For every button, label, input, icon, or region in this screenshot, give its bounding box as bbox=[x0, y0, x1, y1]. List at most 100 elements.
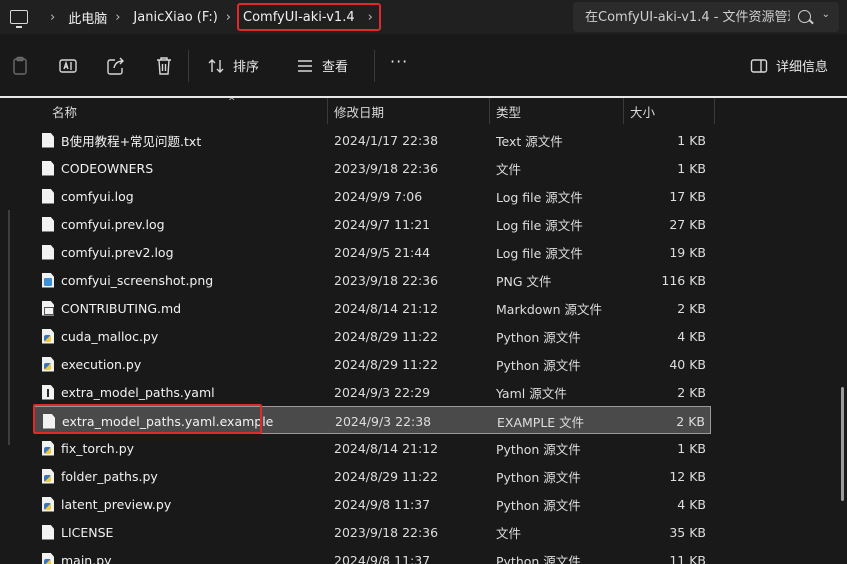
file-name: CONTRIBUTING.md bbox=[61, 300, 182, 316]
file-name-cell[interactable]: CONTRIBUTING.md bbox=[42, 294, 181, 322]
file-row[interactable]: folder_paths.py 2024/8/29 11:22 Python 源文件… bbox=[34, 462, 711, 490]
command-bar: 排序 查看 ··· 详细信息 bbox=[0, 34, 847, 96]
details-pane-icon bbox=[750, 58, 768, 74]
file-type: 文件 bbox=[496, 161, 522, 177]
breadcrumb-current-folder[interactable]: ComfyUI-aki-v1.4 bbox=[243, 10, 355, 25]
column-header-size-label: 大小 bbox=[630, 104, 656, 120]
more-options-button[interactable]: ··· bbox=[390, 52, 408, 71]
file-row[interactable]: comfyui.prev.log 2024/9/7 11:21 Log file 源… bbox=[34, 210, 711, 238]
file-size: 4 KB bbox=[677, 496, 706, 512]
address-bar[interactable]: › 此电脑 › JanicXiao (F:) › ComfyUI-aki-v1.… bbox=[0, 0, 565, 34]
details-pane-button[interactable]: 详细信息 bbox=[750, 56, 828, 75]
file-modified-date: 2024/9/8 11:37 bbox=[334, 496, 431, 512]
clipboard-icon bbox=[13, 56, 27, 75]
this-pc-icon[interactable] bbox=[10, 10, 28, 28]
file-name-cell[interactable]: LICENSE bbox=[42, 518, 113, 546]
file-size: 2 KB bbox=[677, 384, 706, 400]
file-type: EXAMPLE 文件 bbox=[497, 414, 585, 430]
file-row[interactable]: B使用教程+常见问题.txt 2024/1/17 22:38 Text 源文件 1 K… bbox=[34, 126, 711, 154]
file-size: 2 KB bbox=[676, 413, 705, 429]
file-size: 1 KB bbox=[677, 160, 706, 176]
file-type: Python 源文件 bbox=[496, 553, 581, 564]
search-box[interactable]: ⌄ bbox=[573, 2, 839, 32]
file-name-cell[interactable]: B使用教程+常见问题.txt bbox=[42, 126, 201, 154]
file-name: extra_model_paths.yaml bbox=[61, 384, 215, 400]
file-name-cell[interactable]: cuda_malloc.py bbox=[42, 322, 158, 350]
file-modified-date: 2024/9/3 22:29 bbox=[334, 384, 431, 400]
file-size: 19 KB bbox=[669, 244, 706, 260]
file-name: cuda_malloc.py bbox=[61, 328, 159, 344]
file-row[interactable]: latent_preview.py 2024/9/8 11:37 Python 源文… bbox=[34, 490, 711, 518]
file-row[interactable]: execution.py 2024/8/29 11:22 Python 源文件 40 … bbox=[34, 350, 711, 378]
file-icon bbox=[42, 524, 54, 540]
file-name-cell[interactable]: folder_paths.py bbox=[42, 462, 158, 490]
file-name-cell[interactable]: CODEOWNERS bbox=[42, 154, 153, 182]
file-modified-date: 2024/8/29 11:22 bbox=[334, 328, 439, 344]
file-name-cell[interactable]: comfyui.log bbox=[42, 182, 134, 210]
file-name-cell[interactable]: fix_torch.py bbox=[42, 434, 134, 462]
file-row[interactable]: CONTRIBUTING.md 2024/8/14 21:12 Markdown 源… bbox=[34, 294, 711, 322]
breadcrumb-drive[interactable]: JanicXiao (F:) bbox=[133, 10, 217, 25]
file-name-cell[interactable]: main.py bbox=[42, 546, 112, 564]
file-name: execution.py bbox=[61, 356, 142, 372]
file-modified-date: 2023/9/18 22:36 bbox=[334, 524, 439, 540]
file-name: main.py bbox=[61, 552, 112, 564]
file-name: comfyui.prev.log bbox=[61, 216, 165, 232]
python-file-icon bbox=[42, 496, 54, 512]
file-name-cell[interactable]: extra_model_paths.yaml bbox=[42, 378, 215, 406]
file-row[interactable]: comfyui.prev2.log 2024/9/5 21:44 Log file … bbox=[34, 238, 711, 266]
column-header-type[interactable]: 类型 bbox=[490, 98, 624, 124]
chevron-right-icon[interactable]: › bbox=[226, 10, 231, 25]
file-name-cell[interactable]: execution.py bbox=[42, 350, 141, 378]
file-name-cell[interactable]: latent_preview.py bbox=[42, 490, 171, 518]
file-row[interactable]: CODEOWNERS 2023/9/18 22:36 文件 1 KB bbox=[34, 154, 711, 182]
column-header-size[interactable]: 大小 bbox=[624, 98, 715, 124]
file-size: 1 KB bbox=[677, 440, 706, 456]
file-icon bbox=[42, 216, 54, 232]
rename-button[interactable] bbox=[57, 55, 79, 77]
breadcrumb-this-pc[interactable]: 此电脑 bbox=[68, 8, 107, 27]
column-header-name[interactable]: 名称 ^ bbox=[46, 97, 328, 124]
file-size: 17 KB bbox=[669, 188, 706, 204]
search-icon[interactable] bbox=[798, 10, 811, 23]
vertical-scrollbar-thumb[interactable] bbox=[841, 387, 844, 501]
chevron-down-icon[interactable]: ⌄ bbox=[822, 9, 830, 20]
sort-label: 排序 bbox=[233, 60, 260, 75]
column-header-modified-label: 修改日期 bbox=[334, 104, 385, 120]
file-row[interactable]: fix_torch.py 2024/8/14 21:12 Python 源文件 1 K… bbox=[34, 434, 711, 462]
file-name: fix_torch.py bbox=[61, 440, 135, 456]
breadcrumb-current-highlight[interactable]: ComfyUI-aki-v1.4 › bbox=[237, 3, 381, 31]
file-icon bbox=[42, 244, 54, 260]
column-header-modified[interactable]: 修改日期 bbox=[328, 98, 490, 124]
file-size: 2 KB bbox=[677, 300, 706, 316]
file-name-cell[interactable]: comfyui.prev.log bbox=[42, 210, 165, 238]
file-row[interactable]: extra_model_paths.yaml.example 2024/9/3 2… bbox=[33, 404, 711, 434]
sort-button[interactable]: 排序 bbox=[207, 56, 259, 75]
file-row[interactable]: LICENSE 2023/9/18 22:36 文件 35 KB bbox=[34, 518, 711, 546]
paste-button[interactable] bbox=[9, 55, 31, 77]
file-size: 11 KB bbox=[669, 552, 706, 564]
file-name: comfyui.log bbox=[61, 188, 134, 204]
chevron-right-icon[interactable]: › bbox=[50, 10, 55, 25]
file-name: CODEOWNERS bbox=[61, 160, 154, 176]
delete-button[interactable] bbox=[153, 55, 175, 77]
file-row[interactable]: comfyui_screenshot.png 2023/9/18 22:36 PNG… bbox=[34, 266, 711, 294]
file-size: 35 KB bbox=[669, 524, 706, 540]
chevron-right-icon[interactable]: › bbox=[368, 10, 373, 25]
python-file-icon bbox=[42, 440, 54, 456]
file-modified-date: 2024/9/5 21:44 bbox=[334, 244, 431, 260]
file-name-cell[interactable]: comfyui_screenshot.png bbox=[42, 266, 213, 294]
chevron-right-icon[interactable]: › bbox=[115, 10, 120, 25]
file-name-cell[interactable]: comfyui.prev2.log bbox=[42, 238, 174, 266]
view-button[interactable]: 查看 bbox=[296, 56, 348, 75]
file-name: B使用教程+常见问题.txt bbox=[61, 133, 202, 149]
file-row[interactable]: main.py 2024/9/8 11:37 Python 源文件 11 KB bbox=[34, 546, 711, 564]
search-input[interactable] bbox=[585, 9, 790, 25]
file-name: comfyui_screenshot.png bbox=[61, 272, 214, 288]
file-row[interactable]: comfyui.log 2024/9/9 7:06 Log file 源文件 17 K… bbox=[34, 182, 711, 210]
file-row[interactable]: extra_model_paths.yaml 2024/9/3 22:29 Yaml… bbox=[34, 378, 711, 406]
file-row[interactable]: cuda_malloc.py 2024/8/29 11:22 Python 源文件 4… bbox=[34, 322, 711, 350]
nav-pane-scrollbar[interactable] bbox=[8, 210, 10, 445]
file-modified-date: 2024/8/29 11:22 bbox=[334, 356, 439, 372]
share-button[interactable] bbox=[105, 55, 127, 77]
